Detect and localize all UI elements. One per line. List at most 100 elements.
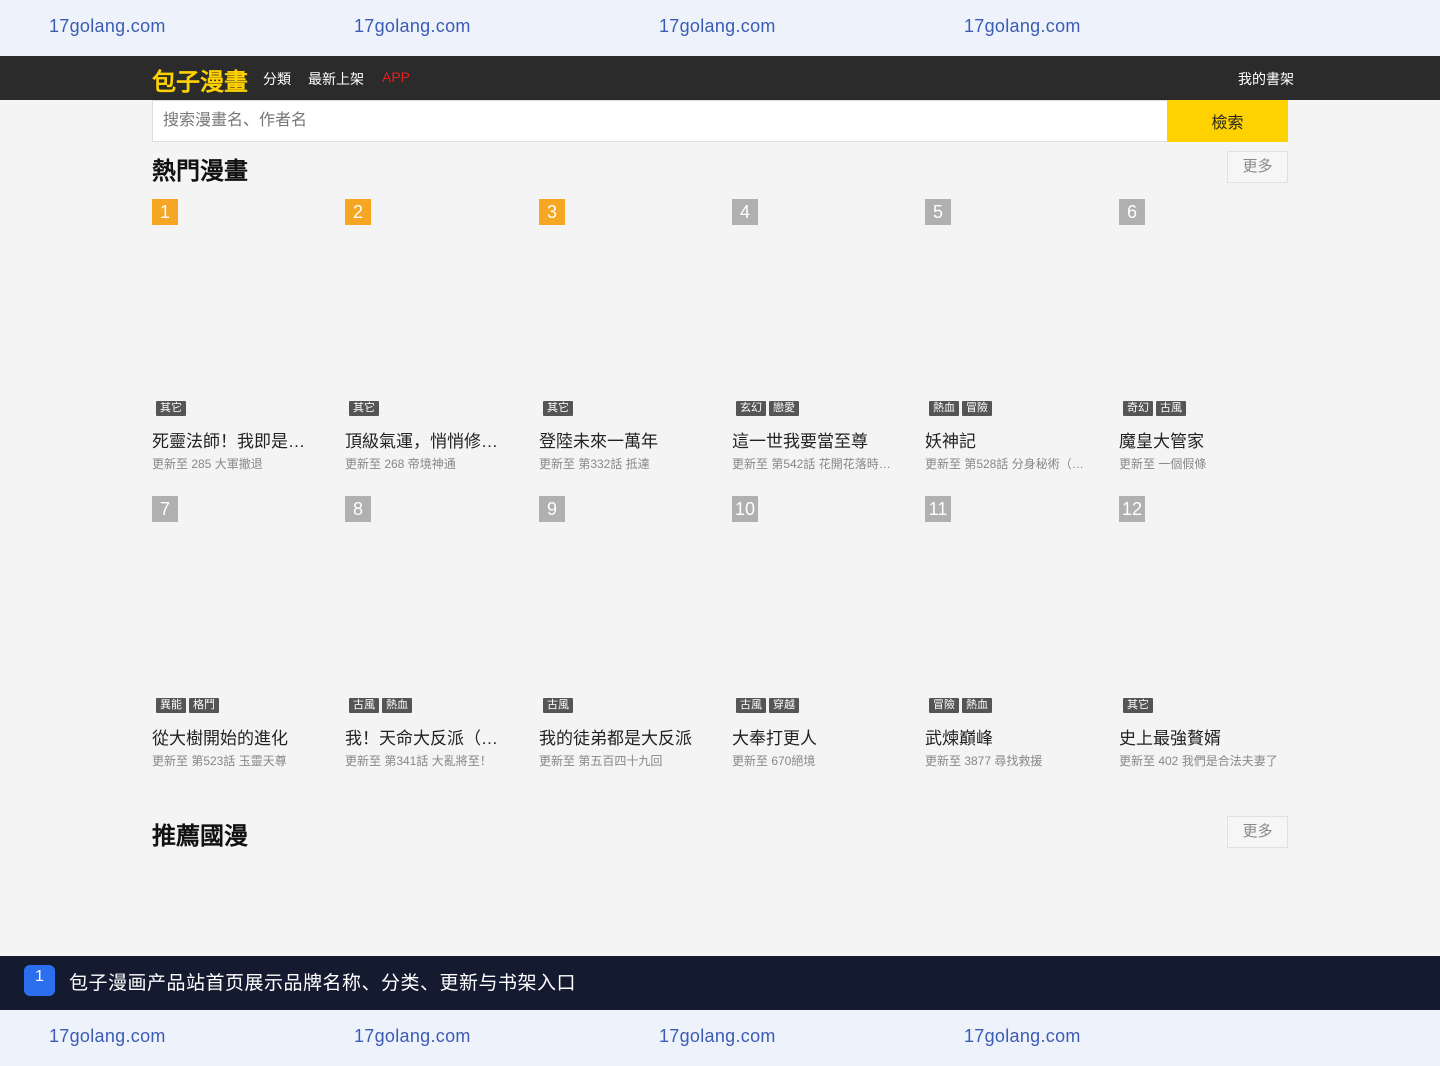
hot-more-button[interactable]: 更多 <box>1227 151 1288 183</box>
rank-badge: 6 <box>1119 199 1145 225</box>
comic-card[interactable]: 12 其它史上最強贅婿更新至 402 我們是合法夫妻了 <box>1119 496 1289 781</box>
comic-tags: 玄幻 戀愛 <box>736 401 799 416</box>
comic-card[interactable]: 10 古風 穿越大奉打更人更新至 670絕境 <box>732 496 902 781</box>
comic-card[interactable]: 9 古風 我的徒弟都是大反派 更新至 第五百四十九回 <box>539 496 709 781</box>
comic-tags: 古風 熱血 <box>349 698 412 713</box>
rank-badge: 3 <box>539 199 565 225</box>
comic-tags: 熱血 冒險 <box>929 401 992 416</box>
watermark-text: 17golang.com <box>659 16 776 36</box>
search-button[interactable]: 檢索 <box>1167 100 1288 142</box>
comic-update[interactable]: 更新至 268 帝境神通 <box>345 455 510 472</box>
comic-update[interactable]: 更新至 第523話 玉靈天尊 <box>152 752 317 769</box>
rank-badge: 7 <box>152 496 178 522</box>
search-input[interactable] <box>153 101 1168 141</box>
genre-tag[interactable]: 古風 <box>349 698 379 713</box>
comic-title[interactable]: 魔皇大管家 <box>1119 427 1284 452</box>
comic-card[interactable]: 2 其它頂級氣運，悄悄修煉千年更新至 268 帝境神通 <box>345 199 515 484</box>
genre-tag[interactable]: 其它 <box>156 401 186 416</box>
genre-tag[interactable]: 其它 <box>349 401 379 416</box>
caption-bar: 1 包子漫画产品站首页展示品牌名称、分类、更新与书架入口 <box>0 956 1440 1010</box>
comic-update[interactable]: 更新至 285 大軍撤退 <box>152 455 317 472</box>
genre-tag[interactable]: 戀愛 <box>769 401 799 416</box>
watermark-text: 17golang.com <box>659 1026 776 1046</box>
comic-tags: 其它 <box>543 401 573 416</box>
rank-badge: 1 <box>152 199 178 225</box>
comic-title[interactable]: 我的徒弟都是大反派 <box>539 724 704 749</box>
comic-card[interactable]: 8 古風熱血我！天命大反派（番外） 更新至 第341話 大亂將至！ <box>345 496 515 781</box>
comic-card[interactable]: 5 熱血 冒險妖神記更新至 第528話 分身秘術（下） <box>925 199 1095 484</box>
comic-card[interactable]: 6 奇幻 古風魔皇大管家更新至 一個假條 <box>1119 199 1289 484</box>
genre-tag[interactable]: 古風 <box>543 698 573 713</box>
recommend-more-button[interactable]: 更多 <box>1227 816 1288 848</box>
nav-link-categories[interactable]: 分類 <box>263 69 291 89</box>
comic-tags: 奇幻 古風 <box>1123 401 1186 416</box>
rank-badge: 12 <box>1119 496 1145 522</box>
genre-tag[interactable]: 熱血 <box>382 698 412 713</box>
genre-tag[interactable]: 穿越 <box>769 698 799 713</box>
comic-title[interactable]: 我！天命大反派（番外） <box>345 724 510 749</box>
genre-tag[interactable]: 熱血 <box>929 401 959 416</box>
comic-update[interactable]: 更新至 402 我們是合法夫妻了 <box>1119 752 1284 769</box>
site-logo[interactable]: 包子漫畫 <box>152 62 248 97</box>
comic-card[interactable]: 4 玄幻 戀愛這一世我要當至尊更新至 第542話 花開花落時相見 <box>732 199 902 484</box>
genre-tag[interactable]: 異能 <box>156 698 186 713</box>
comic-update[interactable]: 更新至 670絕境 <box>732 752 897 769</box>
comic-update[interactable]: 更新至 第341話 大亂將至！ <box>345 752 510 769</box>
genre-tag[interactable]: 古風 <box>736 698 766 713</box>
comic-tags: 其它 <box>349 401 379 416</box>
comic-card[interactable]: 7 異能 格鬥從大樹開始的進化更新至 第523話 玉靈天尊 <box>152 496 322 781</box>
comic-card[interactable]: 1 其它死靈法師！我即是天災更新至 285 大軍撤退 <box>152 199 322 484</box>
comic-title[interactable]: 登陸未來一萬年 <box>539 427 704 452</box>
genre-tag[interactable]: 古風 <box>1156 401 1186 416</box>
rank-badge: 2 <box>345 199 371 225</box>
top-navbar: 包子漫畫 分類 最新上架 APP 我的書架 <box>0 56 1440 100</box>
nav-link-app[interactable]: APP <box>382 69 410 85</box>
comic-tags: 冒險 熱血 <box>929 698 992 713</box>
comic-title[interactable]: 死靈法師！我即是天災 <box>152 427 317 452</box>
comic-title[interactable]: 妖神記 <box>925 427 1090 452</box>
genre-tag[interactable]: 玄幻 <box>736 401 766 416</box>
watermark-text: 17golang.com <box>964 1026 1081 1046</box>
comic-update[interactable]: 更新至 第五百四十九回 <box>539 752 704 769</box>
recommend-title: 推薦國漫 <box>152 823 248 850</box>
watermark-text: 17golang.com <box>49 1026 166 1046</box>
genre-tag[interactable]: 其它 <box>543 401 573 416</box>
comic-tags: 古風 <box>543 698 573 713</box>
comic-title[interactable]: 從大樹開始的進化 <box>152 724 317 749</box>
comic-card[interactable]: 11 冒險 熱血 武煉巔峰 更新至 3877 尋找救援 <box>925 496 1095 781</box>
bookshelf-link[interactable]: 我的書架 <box>1238 69 1294 89</box>
watermark-text: 17golang.com <box>354 1026 471 1046</box>
genre-tag[interactable]: 奇幻 <box>1123 401 1153 416</box>
genre-tag[interactable]: 格鬥 <box>189 698 219 713</box>
comic-update[interactable]: 更新至 一個假條 <box>1119 455 1284 472</box>
comic-tags: 古風 穿越 <box>736 698 799 713</box>
genre-tag[interactable]: 其它 <box>1123 698 1153 713</box>
watermark-text: 17golang.com <box>49 16 166 36</box>
nav-link-latest[interactable]: 最新上架 <box>308 69 364 89</box>
comic-title[interactable]: 史上最強贅婿 <box>1119 724 1284 749</box>
comic-update[interactable]: 更新至 第542話 花開花落時相見 <box>732 455 897 472</box>
comic-update[interactable]: 更新至 第528話 分身秘術（下） <box>925 455 1090 472</box>
rank-badge: 4 <box>732 199 758 225</box>
genre-tag[interactable]: 冒險 <box>962 401 992 416</box>
comic-tags: 其它 <box>156 401 186 416</box>
comic-title[interactable]: 武煉巔峰 <box>925 724 1090 749</box>
comic-title[interactable]: 頂級氣運，悄悄修煉千年 <box>345 427 510 452</box>
genre-tag[interactable]: 熱血 <box>962 698 992 713</box>
caption-badge: 1 <box>24 965 55 996</box>
comic-title[interactable]: 這一世我要當至尊 <box>732 427 897 452</box>
caption-text: 包子漫画产品站首页展示品牌名称、分类、更新与书架入口 <box>69 973 577 994</box>
comic-update[interactable]: 更新至 3877 尋找救援 <box>925 752 1090 769</box>
rank-badge: 8 <box>345 496 371 522</box>
search-bar: 檢索 <box>152 100 1288 142</box>
genre-tag[interactable]: 冒險 <box>929 698 959 713</box>
watermark-bar-bottom: 17golang.com 17golang.com 17golang.com 1… <box>0 1010 1440 1066</box>
comic-tags: 其它 <box>1123 698 1153 713</box>
comic-tags: 異能 格鬥 <box>156 698 219 713</box>
watermark-text: 17golang.com <box>354 16 471 36</box>
comic-update[interactable]: 更新至 第332話 抵達 <box>539 455 704 472</box>
comic-card[interactable]: 3 其它登陸未來一萬年更新至 第332話 抵達 <box>539 199 709 484</box>
rank-badge: 10 <box>732 496 758 522</box>
rank-badge: 5 <box>925 199 951 225</box>
comic-title[interactable]: 大奉打更人 <box>732 724 897 749</box>
